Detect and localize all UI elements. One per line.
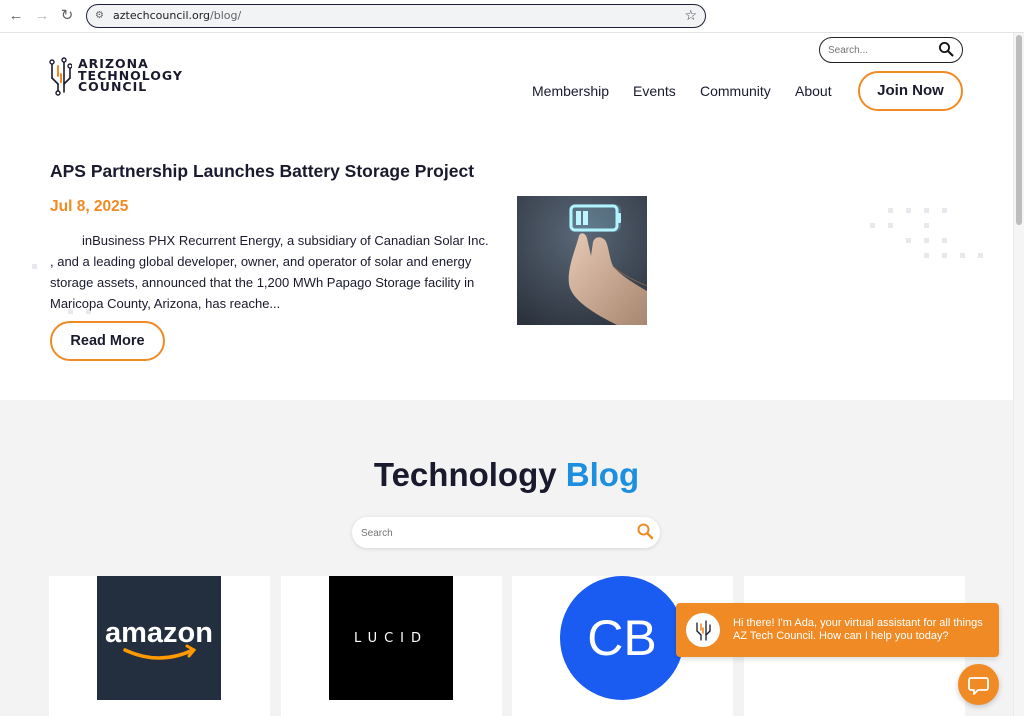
url-text: aztechcouncil.org/blog/ xyxy=(113,9,242,22)
header-search[interactable] xyxy=(819,37,963,63)
bookmark-star-icon[interactable]: ☆ xyxy=(684,7,697,24)
logo-wordmark: Arizona Technology Council xyxy=(78,58,183,93)
blog-card[interactable]: amazon xyxy=(49,576,270,716)
forward-icon[interactable]: → xyxy=(32,6,52,26)
cb-logo: CB xyxy=(560,576,684,700)
blog-heading-main: Technology xyxy=(373,456,557,493)
logo-circuit-icon xyxy=(49,57,72,96)
scrollbar[interactable] xyxy=(1013,33,1024,716)
blog-search[interactable] xyxy=(352,517,660,548)
nav-about[interactable]: About xyxy=(795,83,832,99)
blog-heading: Technology Blog xyxy=(0,456,1013,494)
battery-hand-image xyxy=(517,196,647,325)
excerpt-text: inBusiness PHX Recurrent Energy, a subsi… xyxy=(50,233,489,311)
header-search-input[interactable] xyxy=(828,43,936,57)
card-thumbnail-amazon[interactable]: amazon xyxy=(97,576,221,700)
blog-search-icon[interactable] xyxy=(636,522,654,540)
nav-events[interactable]: Events xyxy=(633,83,676,99)
chat-greeting-bubble[interactable]: Hi there! I'm Ada, your virtual assistan… xyxy=(676,603,999,657)
blog-search-input[interactable] xyxy=(361,526,621,540)
logo-line-3: Council xyxy=(78,79,148,94)
nav-community[interactable]: Community xyxy=(700,83,771,99)
read-more-button[interactable]: Read More xyxy=(50,321,165,361)
back-icon[interactable]: ← xyxy=(6,6,26,26)
chat-icon xyxy=(968,677,989,695)
browser-toolbar: ← → ↻ ⚙ aztechcouncil.org/blog/ ☆ xyxy=(0,0,1024,33)
reload-icon[interactable]: ↻ xyxy=(57,6,77,26)
featured-post-excerpt: inBusiness PHX Recurrent Energy, a subsi… xyxy=(50,230,495,314)
featured-post-date: Jul 8, 2025 xyxy=(50,198,129,215)
amazon-logo-text: amazon xyxy=(105,617,213,649)
lucid-logo: LUCID xyxy=(354,631,428,646)
card-thumbnail-lucid[interactable]: LUCID xyxy=(329,576,453,700)
scrollbar-thumb[interactable] xyxy=(1016,35,1022,225)
card-thumbnail-cb[interactable]: CB xyxy=(560,576,684,700)
join-now-button[interactable]: Join Now xyxy=(858,71,963,111)
nav-membership[interactable]: Membership xyxy=(532,83,609,99)
search-icon[interactable] xyxy=(938,41,954,57)
blog-heading-accent: Blog xyxy=(565,456,640,493)
site-logo[interactable]: Arizona Technology Council xyxy=(48,56,208,96)
blog-card[interactable]: LUCID xyxy=(281,576,502,716)
chat-avatar-icon xyxy=(686,613,720,647)
cb-logo-text: CB xyxy=(587,610,656,666)
lucid-logo-text: LUCID xyxy=(354,631,428,646)
featured-post-image[interactable] xyxy=(517,196,647,325)
featured-post-title[interactable]: APS Partnership Launches Battery Storage… xyxy=(50,161,474,182)
site-info-icon[interactable]: ⚙ xyxy=(95,9,109,23)
address-bar[interactable]: ⚙ aztechcouncil.org/blog/ ☆ xyxy=(86,4,706,28)
amazon-logo: amazon xyxy=(105,617,213,660)
chat-greeting-text: Hi there! I'm Ada, your virtual assistan… xyxy=(733,617,983,642)
chat-launcher-button[interactable] xyxy=(958,664,999,705)
